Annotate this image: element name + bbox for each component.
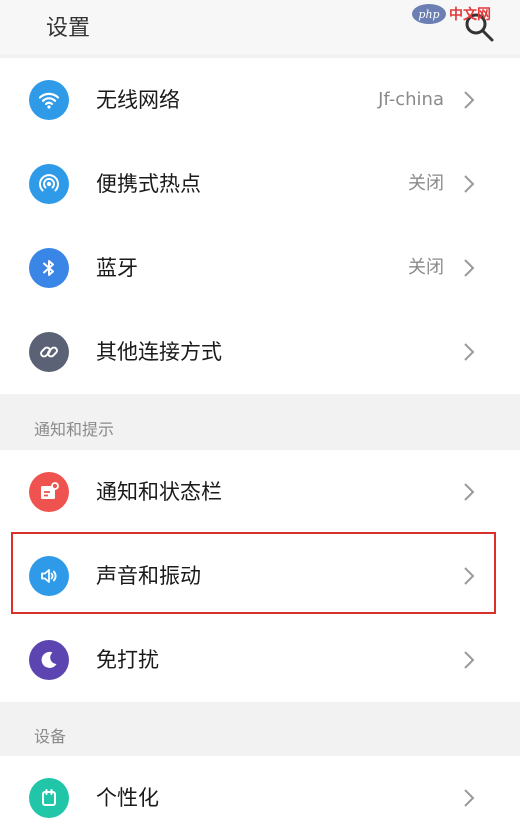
chevron-right-icon [464, 483, 475, 501]
settings-item-other-connections[interactable]: 其他连接方式 [0, 310, 520, 394]
settings-item-sound-vibration[interactable]: 声音和振动 [0, 534, 520, 618]
chevron-right-icon [464, 91, 475, 109]
settings-item-hotspot[interactable]: 便携式热点 关闭 [0, 142, 520, 226]
notification-icon [29, 472, 69, 512]
watermark-text: 中文网 [449, 7, 491, 23]
settings-item-notifications[interactable]: 通知和状态栏 [0, 450, 520, 534]
settings-item-label: 通知和状态栏 [96, 480, 222, 504]
settings-item-label: 声音和振动 [96, 564, 201, 588]
connection-group: 无线网络 Jf-china 便携式热点 关闭 蓝牙 关闭 其他连接方式 [0, 58, 520, 394]
watermark-logo: php [412, 4, 446, 24]
sound-icon [29, 556, 69, 596]
page-title: 设置 [46, 16, 91, 41]
settings-item-value: 关闭 [408, 257, 444, 278]
settings-item-value: 关闭 [408, 173, 444, 194]
chevron-right-icon [464, 259, 475, 277]
section-title-device: 设备 [34, 727, 67, 746]
notification-group: 通知和状态栏 声音和振动 免打扰 [0, 450, 520, 702]
settings-item-wifi[interactable]: 无线网络 Jf-china [0, 58, 520, 142]
settings-item-do-not-disturb[interactable]: 免打扰 [0, 618, 520, 702]
wifi-icon [29, 80, 69, 120]
settings-item-bluetooth[interactable]: 蓝牙 关闭 [0, 226, 520, 310]
hotspot-icon [29, 164, 69, 204]
chevron-right-icon [464, 567, 475, 585]
chevron-right-icon [464, 651, 475, 669]
settings-item-label: 蓝牙 [96, 256, 138, 280]
chevron-right-icon [464, 175, 475, 193]
bluetooth-icon [29, 248, 69, 288]
settings-item-label: 便携式热点 [96, 172, 201, 196]
settings-item-label: 个性化 [96, 786, 159, 810]
watermark: php 中文网 [412, 2, 518, 26]
chevron-right-icon [464, 789, 475, 807]
settings-item-label: 无线网络 [96, 88, 180, 112]
settings-item-label: 其他连接方式 [96, 340, 222, 364]
moon-icon [29, 640, 69, 680]
settings-item-value: Jf-china [378, 89, 444, 110]
personalize-icon [29, 778, 69, 818]
settings-item-label: 免打扰 [96, 648, 159, 672]
section-title-notifications: 通知和提示 [34, 420, 115, 439]
device-group: 个性化 [0, 756, 520, 840]
link-icon [29, 332, 69, 372]
settings-item-personalization[interactable]: 个性化 [0, 756, 520, 840]
chevron-right-icon [464, 343, 475, 361]
